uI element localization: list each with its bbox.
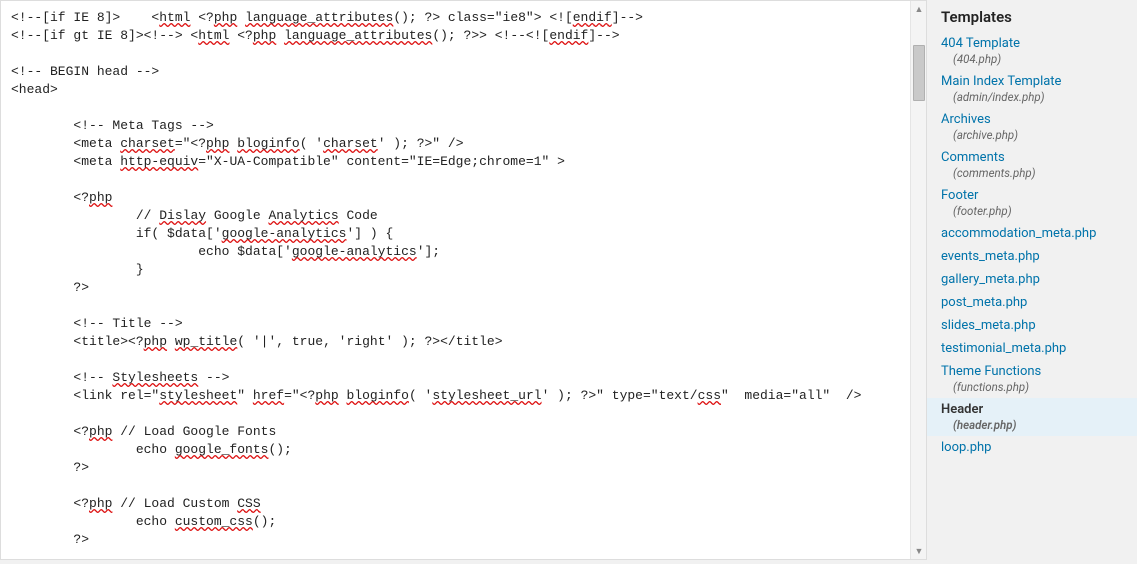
template-item[interactable]: accommodation_meta.php [927, 222, 1137, 245]
template-label: Header [941, 402, 1123, 417]
template-list: 404 Template(404.php)Main Index Template… [927, 32, 1137, 459]
scroll-down-button[interactable]: ▼ [911, 543, 927, 559]
template-label: Archives [941, 112, 1123, 127]
template-item[interactable]: Comments(comments.php) [927, 146, 1137, 184]
template-item[interactable]: testimonial_meta.php [927, 337, 1137, 360]
template-label: post_meta.php [941, 295, 1123, 310]
template-filename: (archive.php) [941, 127, 1123, 142]
template-filename: (header.php) [941, 417, 1123, 432]
template-filename: (functions.php) [941, 379, 1123, 394]
template-item[interactable]: gallery_meta.php [927, 268, 1137, 291]
scrollbar-thumb[interactable] [913, 45, 925, 101]
template-label: testimonial_meta.php [941, 341, 1123, 356]
template-item[interactable]: Theme Functions(functions.php) [927, 360, 1137, 398]
template-label: gallery_meta.php [941, 272, 1123, 287]
template-label: Footer [941, 188, 1123, 203]
template-label: events_meta.php [941, 249, 1123, 264]
template-item[interactable]: 404 Template(404.php) [927, 32, 1137, 70]
code-content[interactable]: <!--[if IE 8]> <html <?php language_attr… [1, 1, 926, 559]
template-item[interactable]: Main Index Template(admin/index.php) [927, 70, 1137, 108]
templates-sidebar: Templates 404 Template(404.php)Main Inde… [927, 0, 1137, 560]
template-filename: (admin/index.php) [941, 89, 1123, 104]
template-filename: (footer.php) [941, 203, 1123, 218]
template-label: slides_meta.php [941, 318, 1123, 333]
template-filename: (404.php) [941, 51, 1123, 66]
template-item[interactable]: slides_meta.php [927, 314, 1137, 337]
template-item[interactable]: post_meta.php [927, 291, 1137, 314]
template-item[interactable]: loop.php [927, 436, 1137, 459]
template-label: Main Index Template [941, 74, 1123, 89]
scrollbar-track[interactable]: ▲ ▼ [910, 1, 926, 559]
template-label: Theme Functions [941, 364, 1123, 379]
scroll-up-button[interactable]: ▲ [911, 1, 927, 17]
code-editor[interactable]: <!--[if IE 8]> <html <?php language_attr… [0, 0, 927, 560]
sidebar-title: Templates [927, 8, 1137, 32]
template-item[interactable]: events_meta.php [927, 245, 1137, 268]
template-item[interactable]: Archives(archive.php) [927, 108, 1137, 146]
template-label: accommodation_meta.php [941, 226, 1123, 241]
template-filename: (comments.php) [941, 165, 1123, 180]
template-label: 404 Template [941, 36, 1123, 51]
template-label: loop.php [941, 440, 1123, 455]
template-label: Comments [941, 150, 1123, 165]
template-item[interactable]: Header(header.php) [927, 398, 1137, 436]
template-item[interactable]: Footer(footer.php) [927, 184, 1137, 222]
